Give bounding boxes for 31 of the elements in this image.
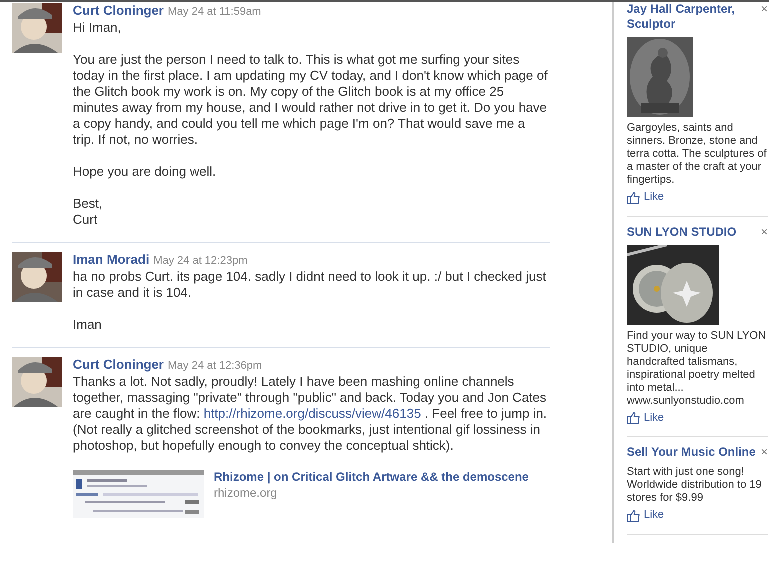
- message-text: You are just the person I need to talk to. This is what got me surfing your sites today in the first place. I am updating my CV today, and I don't know which page of the Glitch book my work is on. My copy of the Glitch book is at my office 25 minutes away from my house, and I would rather not drive in to get it. Do you have a copy handy, and could you tell me which page I'm on? That would save me a trip. If not, no worries.: [73, 52, 549, 148]
- ad-title[interactable]: SUN LYON STUDIO: [627, 224, 759, 240]
- thumbs-up-icon: [627, 510, 640, 522]
- message-text: Iman: [73, 317, 103, 333]
- thumbs-up-icon: [627, 412, 640, 424]
- attachment-title[interactable]: Rhizome | on Critical Glitch Artware && the demoscene: [214, 470, 529, 485]
- ad-title[interactable]: Sell Your Music Online: [627, 445, 759, 460]
- attachment-domain: rhizome.org: [214, 485, 278, 501]
- close-button[interactable]: ×: [760, 445, 768, 460]
- like-button[interactable]: Like: [627, 412, 664, 424]
- message-text: Hi Iman,: [73, 20, 122, 36]
- like-button[interactable]: Like: [627, 191, 664, 204]
- ad-description: Gargoyles, saints and sinners. Bronze, stone and terra cotta. The sculptures of a master of the craft at your fingertips.: [627, 122, 768, 187]
- ad-description: Start with just one song! Worldwide distribution to 19 stores for $9.99: [627, 466, 763, 505]
- timestamp: May 24 at 12:36pm: [168, 360, 262, 372]
- thumbs-up-icon: [627, 192, 640, 204]
- message-text: ha no probs Curt. its page 104. sadly I didnt need to look it up. :/ but I checked just in case and it is 104.: [73, 269, 548, 301]
- author-name[interactable]: Curt Cloninger: [73, 3, 164, 18]
- timestamp: May 24 at 11:59am: [168, 6, 262, 18]
- message-text: Thanks a lot. Not sadly, proudly! Lately I have been mashing online channels together, massaging "private" through "public" and back. Today you and Jon Cates are caught in the flow: http://rhizome.org/discuss/view/46135 . Feel free to jump in. (Not really a glitched screenshot of the bookmarks, just intentional gif lossiness in photoshop, but hopefully enough to convey the conceptual shtick).: [73, 374, 548, 454]
- author-name[interactable]: Iman Moradi: [73, 252, 150, 267]
- timestamp: May 24 at 12:23pm: [154, 255, 248, 267]
- message-text: Best, Curt: [73, 196, 104, 228]
- message-text: Hope you are doing well.: [73, 164, 218, 180]
- like-button[interactable]: Like: [627, 509, 664, 522]
- close-button[interactable]: ×: [760, 224, 768, 240]
- close-button[interactable]: ×: [760, 2, 768, 17]
- link[interactable]: http://rhizome.org/discuss/view/46135: [204, 406, 422, 421]
- ad-description: Find your way to SUN LYON STUDIO, unique handcrafted talismans, inspirational poetry melted into metal... www.sunlyonstudio.com: [627, 330, 768, 408]
- ad-title[interactable]: Jay Hall Carpenter, Sculptor: [627, 2, 759, 32]
- author-name[interactable]: Curt Cloninger: [73, 357, 164, 372]
